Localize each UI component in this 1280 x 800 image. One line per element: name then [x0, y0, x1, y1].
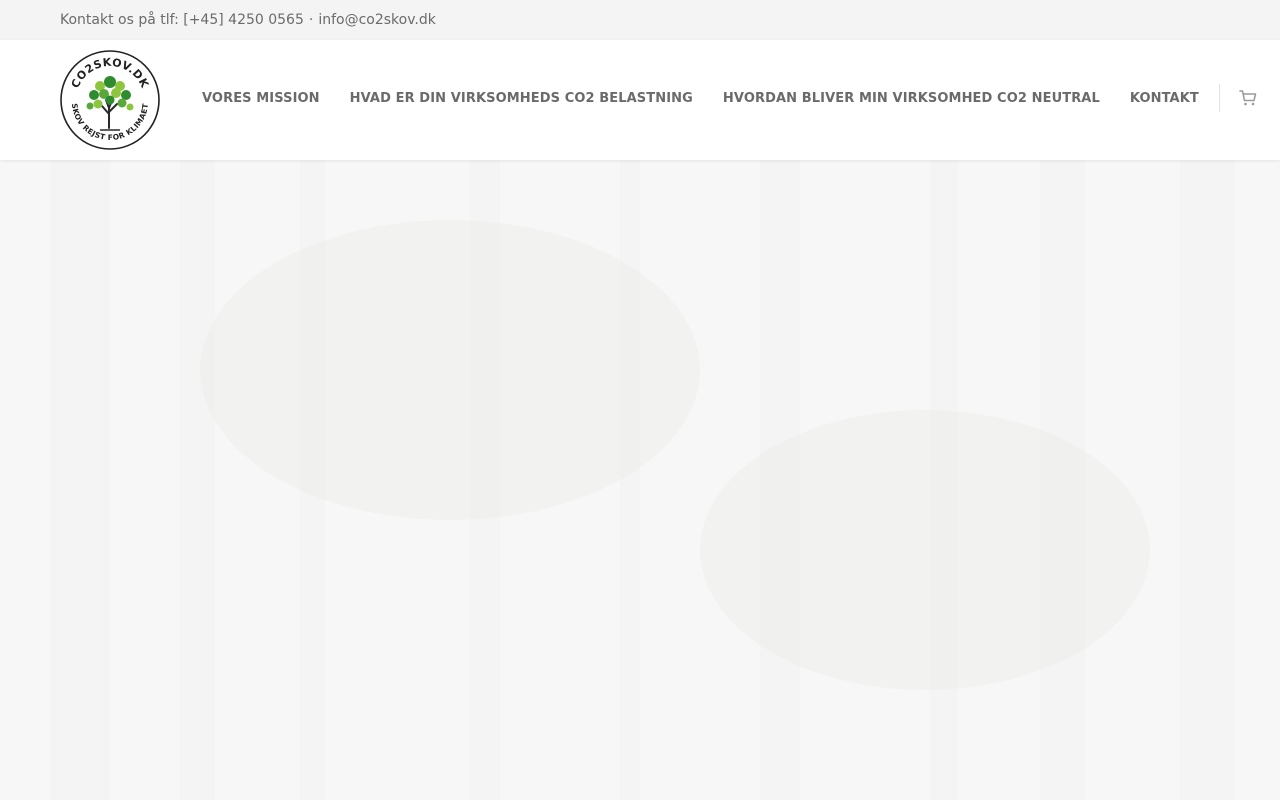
contact-email-link[interactable]: info@co2skov.dk — [318, 12, 436, 28]
shopping-cart-icon[interactable] — [1238, 88, 1258, 108]
nav-item-kontakt[interactable]: KONTAKT — [1115, 91, 1214, 106]
nav-divider — [1218, 84, 1220, 112]
site-logo[interactable]: CO2SKOV.DK SKOV REJST FOR KLIMAET — [60, 50, 160, 150]
tree-logo-icon: CO2SKOV.DK SKOV REJST FOR KLIMAET — [60, 50, 160, 150]
main-navigation: VORES MISSION HVAD ER DIN VIRKSOMHEDS CO… — [187, 40, 1258, 160]
contact-separator: · — [308, 12, 314, 28]
contact-phone-text[interactable]: Kontakt os på tlf: [+45] 4250 0565 — [60, 12, 304, 28]
nav-item-vores-mission[interactable]: VORES MISSION — [187, 91, 335, 106]
top-contact-bar: Kontakt os på tlf: [+45] 4250 0565 · inf… — [0, 0, 1280, 40]
nav-item-co2-neutral[interactable]: HVORDAN BLIVER MIN VIRKSOMHED CO2 NEUTRA… — [708, 91, 1115, 106]
hero-forest-background — [0, 160, 1280, 800]
nav-item-co2-belastning[interactable]: HVAD ER DIN VIRKSOMHEDS CO2 BELASTNING — [335, 91, 708, 106]
site-header: CO2SKOV.DK SKOV REJST FOR KLIMAET VORES … — [0, 40, 1280, 160]
